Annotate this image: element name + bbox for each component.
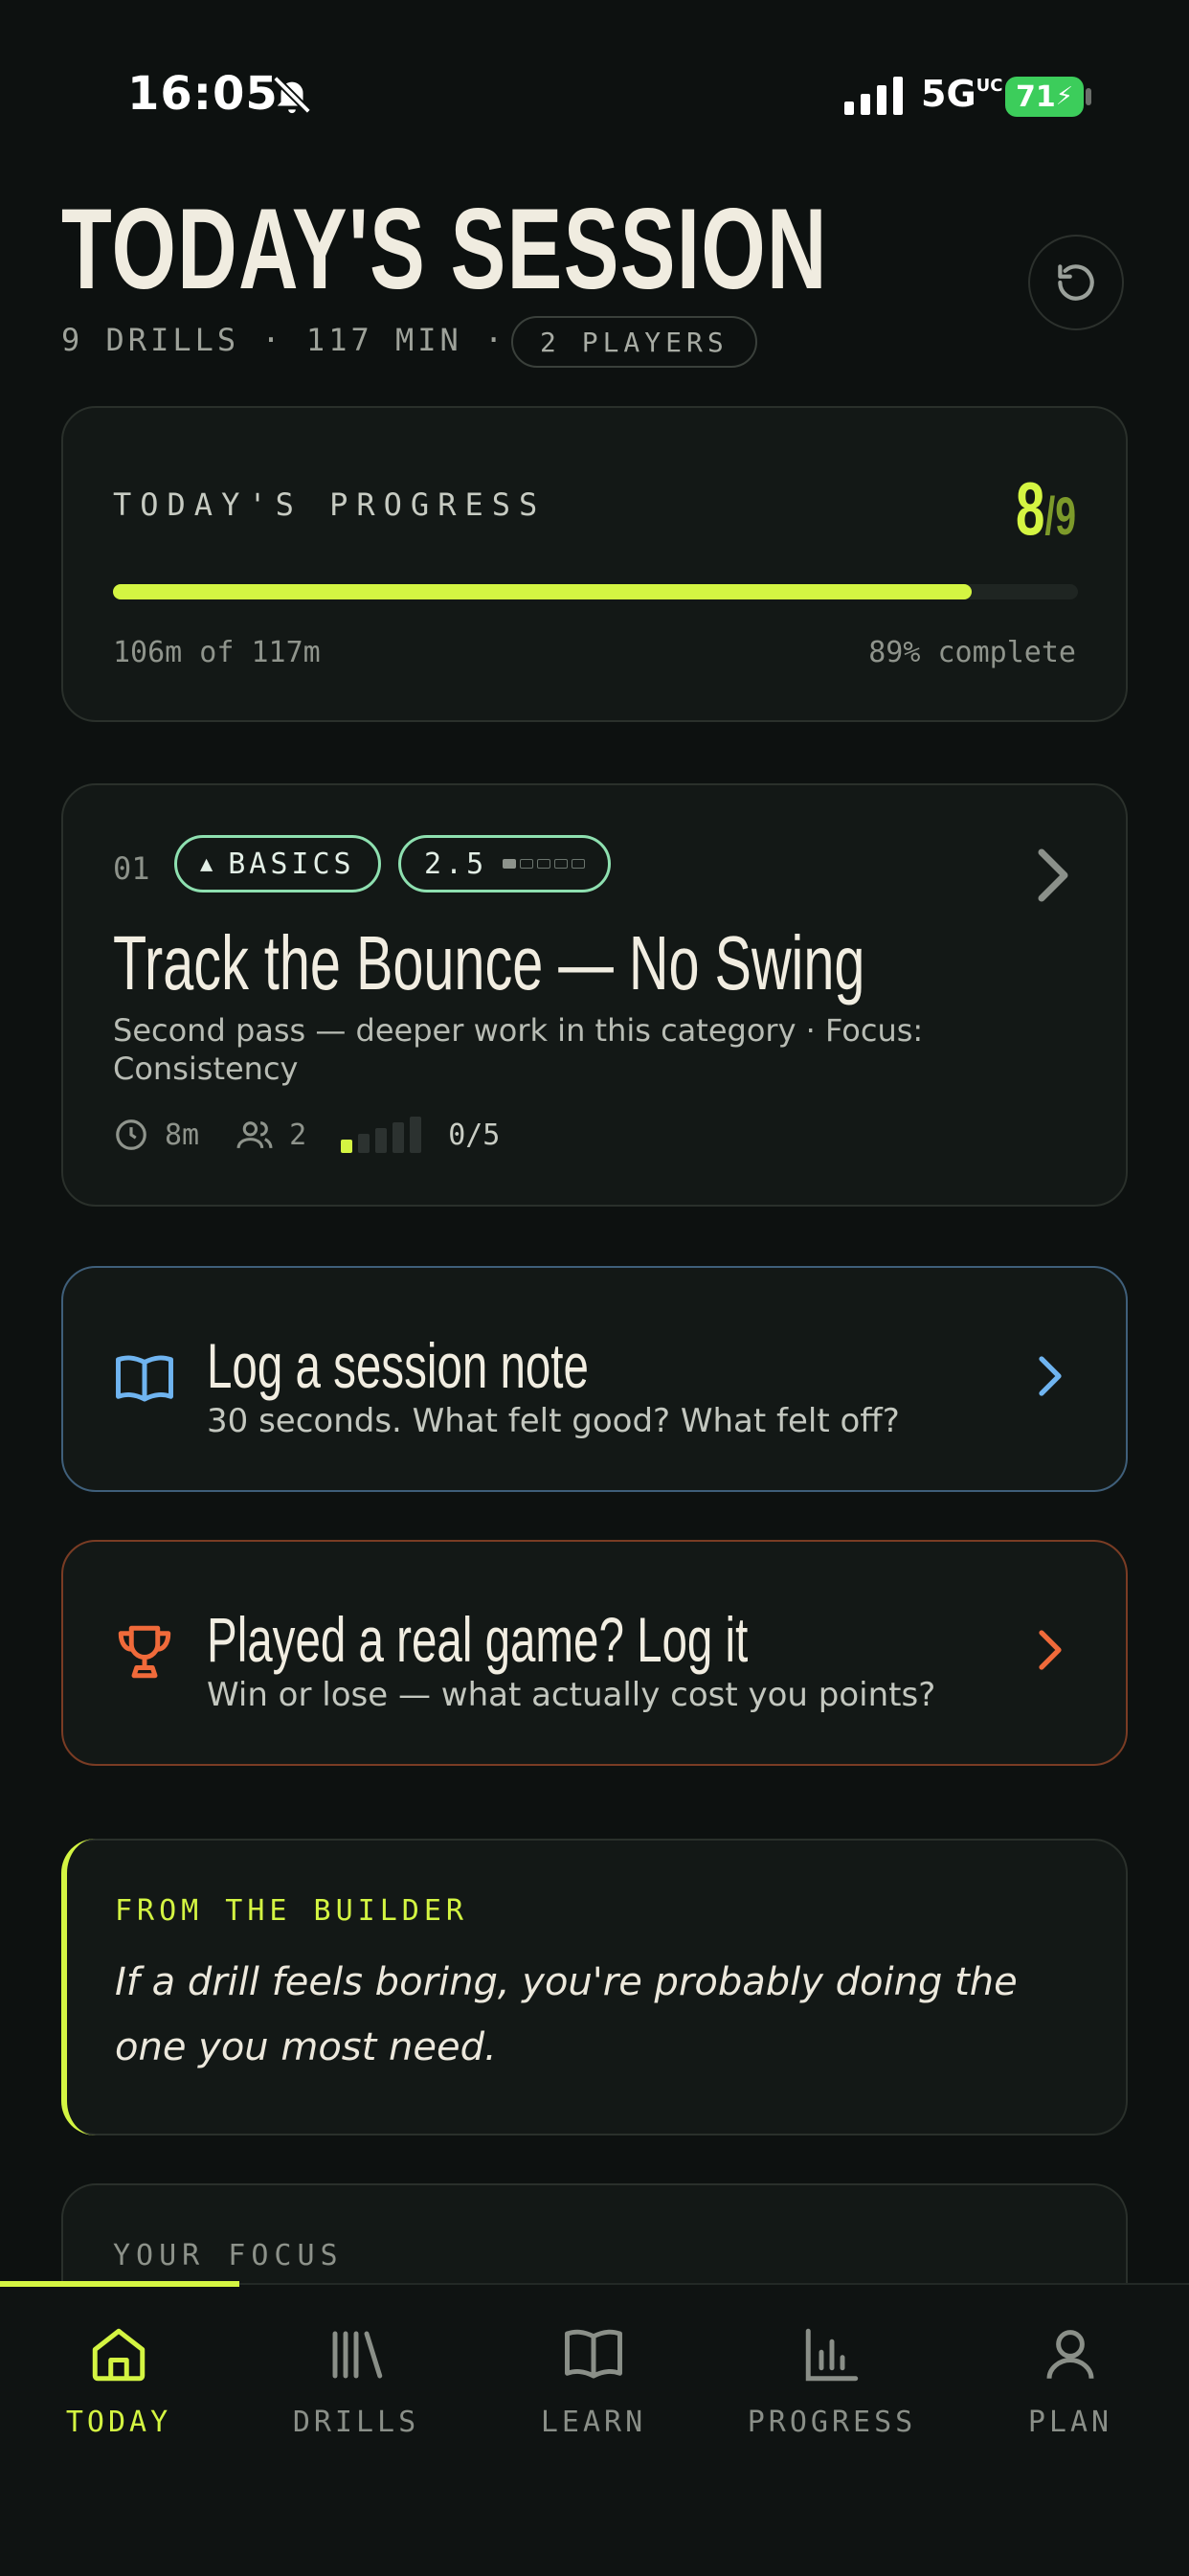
game-title: Played a real game? Log it <box>207 1604 749 1675</box>
clock-icon <box>116 1119 146 1150</box>
session-meta: 9 DRILLS · 117 MIN · <box>61 322 507 358</box>
refresh-button[interactable] <box>1028 235 1124 330</box>
drill-number: 01 <box>113 850 150 887</box>
focus-label: YOUR FOCUS <box>113 2239 344 2272</box>
tab-bar: TODAY DRILLS LEARN PROGRESS PLAN <box>0 2281 1189 2576</box>
drill-meta: 8m 2 0/5 <box>113 1117 500 1153</box>
bar-chart-icon <box>805 2328 859 2382</box>
log-game-card[interactable]: Played a real game? Log it Win or lose —… <box>61 1540 1128 1766</box>
page-title: TODAY'S SESSION <box>61 185 828 313</box>
tab-plan[interactable]: PLAN <box>952 2323 1189 2439</box>
note-subtitle: 30 seconds. What felt good? What felt of… <box>207 1402 900 1440</box>
tab-today[interactable]: TODAY <box>0 2323 237 2439</box>
status-time: 16:05 <box>127 67 279 121</box>
builder-quote-card: FROM THE BUILDER If a drill feels boring… <box>61 1839 1128 2135</box>
drill-players: 2 <box>289 1118 307 1152</box>
tab-label: TODAY <box>65 2406 172 2439</box>
progress-count: 8/9 <box>1015 466 1076 551</box>
chevron-right-icon <box>1039 1630 1062 1670</box>
rep-bar <box>375 1128 388 1153</box>
tab-label: DRILLS <box>292 2406 420 2439</box>
game-subtitle: Win or lose — what actually cost you poi… <box>207 1676 936 1714</box>
rep-bar <box>358 1134 370 1153</box>
tab-label: PROGRESS <box>747 2406 917 2439</box>
tab-label: PLAN <box>1027 2406 1113 2439</box>
level-tag: 2.5 <box>398 835 612 893</box>
bell-muted-icon <box>273 76 311 114</box>
progress-bar-fill <box>113 584 973 599</box>
category-tag: ▲ BASICS <box>174 835 381 893</box>
progress-label: TODAY'S PROGRESS <box>113 486 547 523</box>
level-dot <box>520 859 534 869</box>
book-open-icon <box>116 1355 173 1402</box>
progress-percent: 89% complete <box>868 636 1076 669</box>
user-icon <box>1046 2330 1094 2380</box>
note-title: Log a session note <box>207 1330 589 1401</box>
home-icon <box>92 2328 146 2382</box>
tab-drills[interactable]: DRILLS <box>237 2323 475 2439</box>
builder-label: FROM THE BUILDER <box>115 1894 468 1928</box>
drill-duration: 8m <box>165 1118 200 1152</box>
active-tab-indicator <box>0 2281 239 2287</box>
tab-learn[interactable]: LEARN <box>475 2323 712 2439</box>
players-badge[interactable]: 2 PLAYERS <box>511 316 757 368</box>
rep-bar <box>393 1122 405 1153</box>
refresh-icon <box>1058 264 1094 301</box>
log-session-note-card[interactable]: Log a session note 30 seconds. What felt… <box>61 1266 1128 1492</box>
triangle-icon: ▲ <box>200 851 217 876</box>
chevron-right-icon <box>1039 1356 1062 1396</box>
progress-minutes: 106m of 117m <box>113 636 321 669</box>
reps-bars <box>341 1117 422 1153</box>
rep-bar <box>410 1117 422 1153</box>
level-dot <box>503 859 517 869</box>
players-icon <box>236 1121 273 1149</box>
builder-quote: If a drill feels boring, you're probably… <box>115 1960 1018 2069</box>
level-dot <box>572 859 586 869</box>
library-icon <box>332 2331 383 2379</box>
level-dot <box>554 859 569 869</box>
battery-indicator: 71 ⚡ <box>1005 77 1084 117</box>
tab-label: LEARN <box>540 2406 647 2439</box>
progress-bar <box>113 584 1078 599</box>
cellular-signal-icon <box>844 77 903 115</box>
trophy-icon <box>118 1625 171 1679</box>
network-type: 5GUC <box>921 73 1003 115</box>
battery-cap <box>1086 88 1091 105</box>
chevron-right-icon[interactable] <box>1034 847 1072 904</box>
book-icon <box>565 2329 622 2379</box>
drill-description: Second pass — deeper work in this catego… <box>113 1012 924 1087</box>
level-dot <box>537 859 551 869</box>
progress-card: TODAY'S PROGRESS 8/9 106m of 117m 89% co… <box>61 406 1128 722</box>
drill-reps: 0/5 <box>448 1118 501 1152</box>
drill-card[interactable]: 01 ▲ BASICS 2.5 Track the Bounce — No Swi… <box>61 783 1128 1207</box>
accent-bar <box>61 1839 100 2135</box>
drill-title: Track the Bounce — No Swing <box>113 920 865 1006</box>
rep-bar <box>341 1140 353 1153</box>
level-dots <box>503 859 586 869</box>
tab-progress[interactable]: PROGRESS <box>713 2323 951 2439</box>
